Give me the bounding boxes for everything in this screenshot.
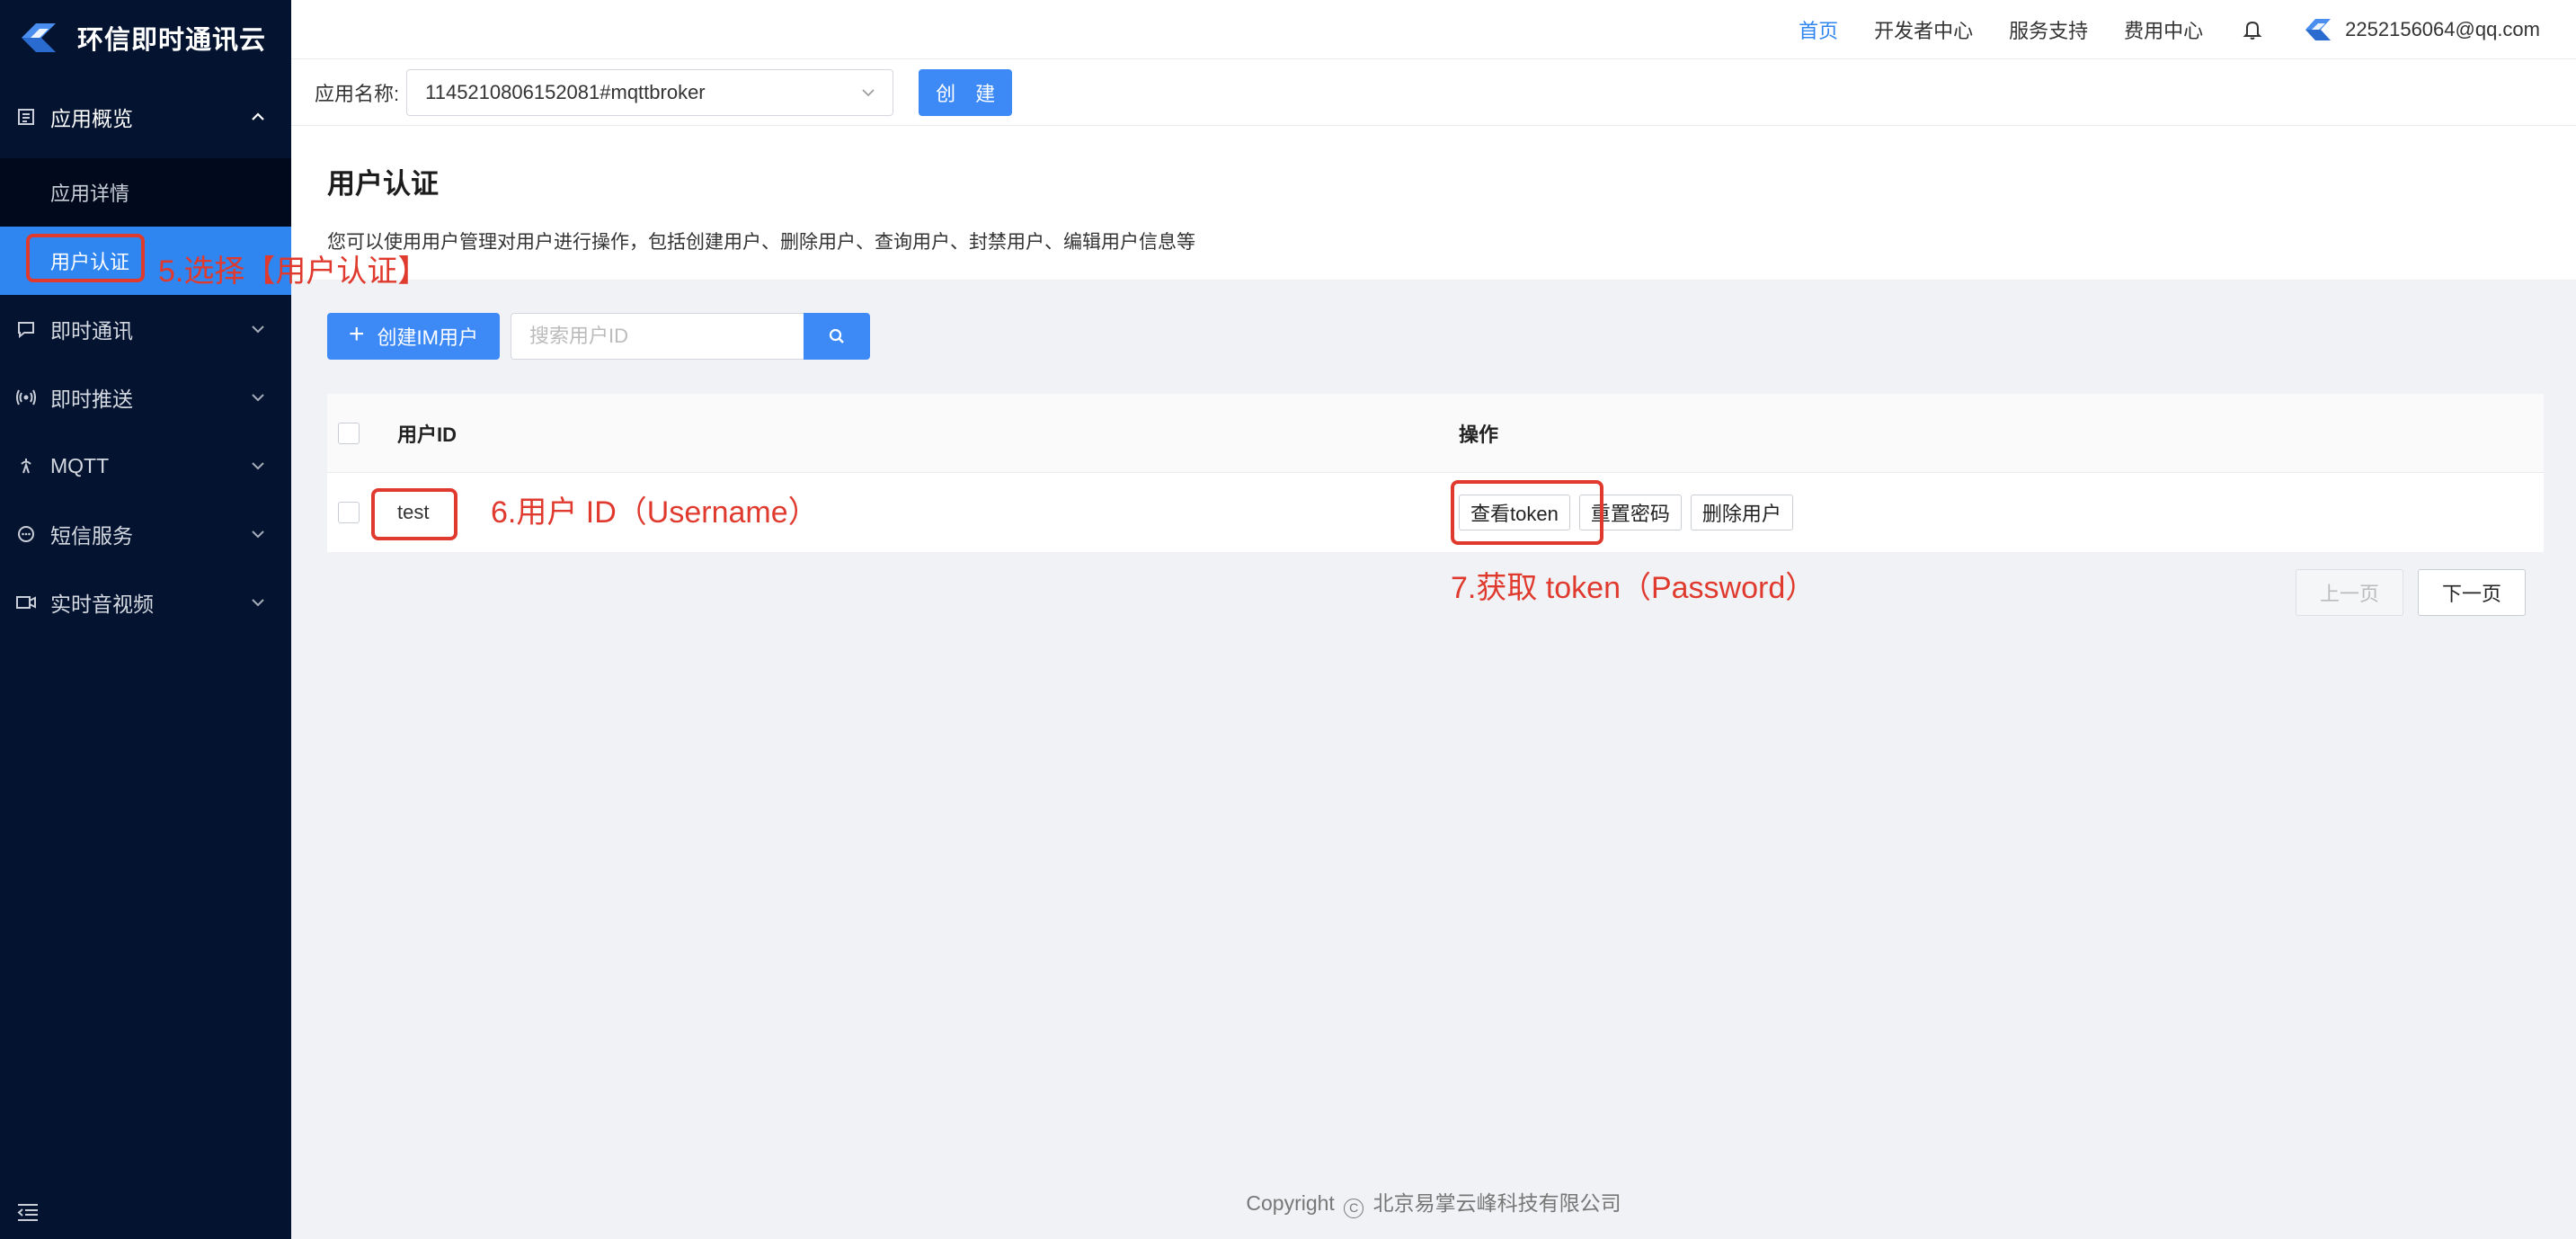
nav-label: 短信服务 xyxy=(50,524,133,548)
nav-label: MQTT xyxy=(50,453,110,477)
avatar xyxy=(2305,18,2332,40)
chevron-down-icon xyxy=(252,325,264,334)
nav-group-rtc[interactable]: 实时音视频 xyxy=(0,568,291,637)
annotation-box-user-id xyxy=(371,488,457,540)
copyright-icon: C xyxy=(1344,1199,1364,1218)
broadcast-icon xyxy=(16,388,36,407)
bell-icon[interactable] xyxy=(2243,19,2262,40)
sidebar: 环信即时通讯云 应用概览 应用详情 用户认证 即时通讯 即时推送 MQTT 短信… xyxy=(0,0,291,1239)
collapse-sidebar-icon[interactable] xyxy=(16,1201,40,1223)
annotation-step7: 7.获取 token（Password） xyxy=(1451,571,1817,605)
footer: Copyright C 北京易掌云峰科技有限公司 xyxy=(291,1186,2576,1218)
page-title: 用户认证 xyxy=(327,168,439,200)
topnav-developer-center[interactable]: 开发者中心 xyxy=(1874,15,1973,44)
antenna-icon xyxy=(16,456,36,476)
user-email: 2252156064@qq.com xyxy=(2345,17,2540,40)
message-dots-icon xyxy=(16,524,36,544)
search-icon xyxy=(829,328,844,343)
plus-icon: + xyxy=(349,319,365,349)
nav-group-sms[interactable]: 短信服务 xyxy=(0,500,291,568)
annotation-box-user-auth xyxy=(26,234,145,282)
chevron-up-icon xyxy=(252,112,264,120)
brand[interactable]: 环信即时通讯云 xyxy=(0,0,291,76)
nav-label: 实时音视频 xyxy=(50,593,154,616)
app-select[interactable]: 1145210806152081#mqttbroker xyxy=(406,68,894,116)
document-list-icon xyxy=(16,107,36,127)
search-user-id-input[interactable] xyxy=(510,313,804,360)
create-app-button[interactable]: 创 建 xyxy=(919,68,1013,116)
topnav-billing[interactable]: 费用中心 xyxy=(2124,15,2203,44)
nav-group-mqtt[interactable]: MQTT xyxy=(0,432,291,500)
page-header: 用户认证 您可以使用用户管理对用户进行操作，包括创建用户、删除用户、查询用户、封… xyxy=(291,127,2576,280)
annotation-step5: 5.选择【用户认证】 xyxy=(158,254,429,289)
column-header-actions: 操作 xyxy=(1459,423,1499,446)
nav-group-im[interactable]: 即时通讯 xyxy=(0,295,291,363)
main-content: + 创建IM用户 用户ID 操作 test 查看token 重置密码 xyxy=(291,280,2576,1239)
app-name-label: 应用名称: xyxy=(315,82,400,105)
chevron-down-icon xyxy=(252,394,264,402)
chevron-down-icon xyxy=(252,462,264,470)
nav-group-push[interactable]: 即时推送 xyxy=(0,363,291,432)
create-im-user-button[interactable]: + 创建IM用户 xyxy=(327,313,500,360)
chevron-down-icon xyxy=(252,599,264,607)
pagination: 上一页 下一页 xyxy=(2281,569,2526,616)
nav-label: 即时通讯 xyxy=(50,319,133,343)
search-button[interactable] xyxy=(803,313,870,360)
prev-page-button[interactable]: 上一页 xyxy=(2296,569,2403,616)
annotation-step6: 6.用户 ID（Username） xyxy=(491,495,819,530)
user-menu[interactable]: 2252156064@qq.com xyxy=(2302,16,2540,43)
brand-name: 环信即时通讯云 xyxy=(77,26,267,55)
row-checkbox[interactable] xyxy=(338,502,360,523)
brand-logo-icon xyxy=(22,23,56,52)
chevron-down-icon xyxy=(862,88,875,96)
top-nav: 首页 开发者中心 服务支持 费用中心 2252156064@qq.com xyxy=(291,0,2576,59)
delete-user-button[interactable]: 删除用户 xyxy=(1690,495,1793,530)
sidebar-item-app-details[interactable]: 应用详情 xyxy=(0,158,291,227)
topnav-support[interactable]: 服务支持 xyxy=(2009,15,2088,44)
search-group xyxy=(510,313,870,360)
table-header: 用户ID 操作 xyxy=(327,394,2544,473)
chevron-down-icon xyxy=(252,530,264,539)
app-select-value: 1145210806152081#mqttbroker xyxy=(425,80,706,103)
column-header-user-id: 用户ID xyxy=(397,423,457,446)
app-selector-bar: 应用名称: 1145210806152081#mqttbroker 创 建 xyxy=(291,59,2576,126)
user-toolbar: + 创建IM用户 xyxy=(327,313,870,360)
topnav-home[interactable]: 首页 xyxy=(1799,15,1838,44)
company-name: 北京易掌云峰科技有限公司 xyxy=(1372,1191,1621,1215)
nav-label: 应用概览 xyxy=(50,107,133,130)
next-page-button[interactable]: 下一页 xyxy=(2418,569,2526,616)
annotation-box-view-token xyxy=(1451,480,1603,545)
video-camera-icon xyxy=(16,593,36,612)
chat-bubble-icon xyxy=(16,319,36,339)
nav-group-app-overview[interactable]: 应用概览 xyxy=(0,76,291,158)
nav-label: 即时推送 xyxy=(50,388,133,411)
copyright-text: Copyright xyxy=(1246,1191,1335,1215)
select-all-checkbox[interactable] xyxy=(338,422,360,444)
page-description: 您可以使用用户管理对用户进行操作，包括创建用户、删除用户、查询用户、封禁用户、编… xyxy=(327,232,1195,253)
create-im-user-label: 创建IM用户 xyxy=(377,326,478,349)
